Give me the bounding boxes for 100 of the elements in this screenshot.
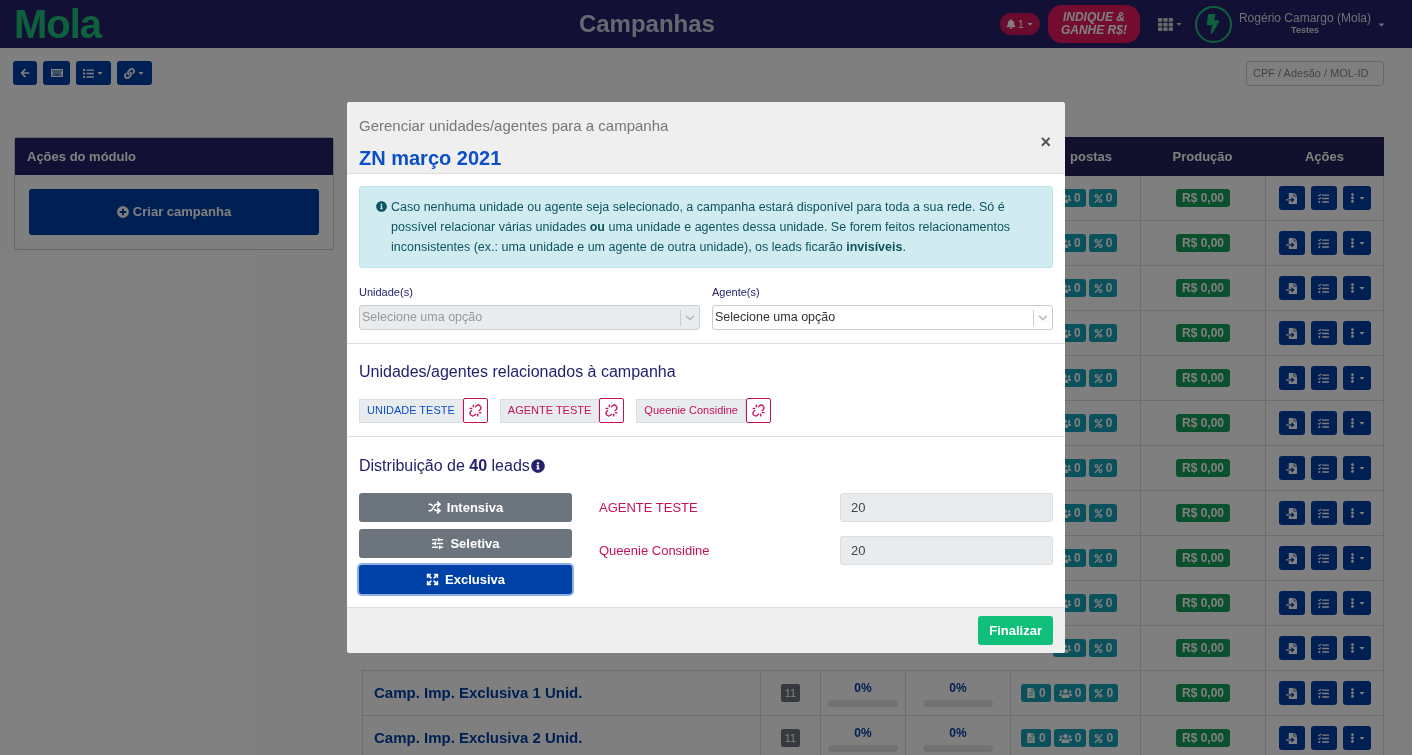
more-button[interactable] xyxy=(1342,456,1371,480)
more-button[interactable] xyxy=(1342,276,1371,300)
import-button[interactable] xyxy=(1278,636,1305,660)
tasks-button[interactable] xyxy=(1310,276,1337,300)
caret-icon xyxy=(1025,20,1034,28)
production-badge: R$ 0,00 xyxy=(1176,594,1230,612)
leads-field[interactable]: 20 xyxy=(840,536,1053,565)
notifications-button[interactable]: 1 xyxy=(999,13,1040,35)
more-button[interactable] xyxy=(1342,501,1371,525)
file-import-icon xyxy=(1286,732,1297,744)
grid-icon xyxy=(1157,16,1173,32)
import-button[interactable] xyxy=(1278,681,1305,705)
import-button[interactable] xyxy=(1278,186,1305,210)
column-header: Produção xyxy=(1172,148,1233,164)
column-header: postas xyxy=(1070,148,1112,164)
percent-icon xyxy=(1093,283,1103,293)
apps-button[interactable] xyxy=(1157,16,1183,32)
list-icon xyxy=(1318,417,1329,429)
info-icon xyxy=(376,200,387,212)
tasks-button[interactable] xyxy=(1310,186,1337,210)
finish-button[interactable]: Finalizar xyxy=(978,616,1053,645)
import-button[interactable] xyxy=(1278,366,1305,390)
close-button[interactable]: × xyxy=(1040,129,1051,156)
count-badge: 0 xyxy=(1088,369,1118,387)
tasks-button[interactable] xyxy=(1310,366,1337,390)
import-button[interactable] xyxy=(1278,591,1305,615)
production-badge: R$ 0,00 xyxy=(1176,414,1230,432)
file-import-icon xyxy=(1286,417,1297,429)
select-field[interactable]: Selecione uma opção xyxy=(712,305,1053,330)
list-icon xyxy=(1318,732,1329,744)
caret-icon xyxy=(1357,464,1366,472)
campaign-name[interactable]: Camp. Imp. Exclusiva 2 Unid. xyxy=(374,726,583,750)
list-icon xyxy=(1318,192,1329,204)
list-icon xyxy=(83,67,94,79)
more-button[interactable] xyxy=(1342,726,1371,750)
percent-icon xyxy=(1093,328,1103,338)
file-import-icon xyxy=(1286,507,1297,519)
import-button[interactable] xyxy=(1278,231,1305,255)
caret-icon xyxy=(1357,329,1366,337)
mode-button[interactable]: Seletiva xyxy=(359,529,572,558)
caret-icon xyxy=(1357,599,1366,607)
more-button[interactable] xyxy=(1342,681,1371,705)
tasks-button[interactable] xyxy=(1310,501,1337,525)
caret-icon xyxy=(137,69,145,77)
create-campaign-button[interactable]: Criar campanha xyxy=(29,189,319,235)
more-button[interactable] xyxy=(1342,546,1371,570)
more-button[interactable] xyxy=(1342,366,1371,390)
arrow-left-icon xyxy=(20,68,30,78)
tasks-button[interactable] xyxy=(1310,726,1337,750)
tasks-button[interactable] xyxy=(1310,681,1337,705)
unlink-button[interactable] xyxy=(599,398,625,423)
keyboard-button[interactable] xyxy=(43,61,70,85)
tasks-button[interactable] xyxy=(1310,231,1337,255)
leads-field[interactable]: 20 xyxy=(840,493,1053,522)
agent-name: Queenie Considine xyxy=(599,541,710,560)
tasks-button[interactable] xyxy=(1310,546,1337,570)
more-button[interactable] xyxy=(1342,636,1371,660)
import-button[interactable] xyxy=(1278,411,1305,435)
plus-icon xyxy=(116,206,129,218)
count-badge: 0 xyxy=(1088,324,1118,342)
tasks-button[interactable] xyxy=(1310,456,1337,480)
search-field[interactable]: CPF / Adesão / MOL-ID xyxy=(1246,60,1384,86)
import-button[interactable] xyxy=(1278,546,1305,570)
tasks-button[interactable] xyxy=(1310,321,1337,345)
more-button[interactable] xyxy=(1342,231,1371,255)
import-button[interactable] xyxy=(1278,726,1305,750)
count-badge: 0 xyxy=(1088,459,1118,477)
link-button[interactable] xyxy=(117,61,152,85)
import-button[interactable] xyxy=(1278,276,1305,300)
tasks-button[interactable] xyxy=(1310,591,1337,615)
list-icon xyxy=(1318,597,1329,609)
user-menu[interactable]: Rogério Camargo (Mola) Testes xyxy=(1238,12,1386,36)
unlink-button[interactable] xyxy=(462,398,488,423)
more-button[interactable] xyxy=(1342,186,1371,210)
caret-icon xyxy=(1174,20,1183,28)
back-button[interactable] xyxy=(13,61,37,85)
more-button[interactable] xyxy=(1342,411,1371,435)
import-button[interactable] xyxy=(1278,456,1305,480)
tasks-button[interactable] xyxy=(1310,636,1337,660)
count-badge: 0 xyxy=(1088,594,1118,612)
campaign-name[interactable]: Camp. Imp. Exclusiva 1 Unid. xyxy=(374,681,583,705)
import-button[interactable] xyxy=(1278,321,1305,345)
caret-icon xyxy=(1357,419,1366,427)
production-badge: R$ 0,00 xyxy=(1176,279,1230,297)
list-button[interactable] xyxy=(76,61,111,85)
more-button[interactable] xyxy=(1342,321,1371,345)
caret-icon xyxy=(1357,239,1366,247)
mode-button[interactable]: Intensiva xyxy=(359,493,572,522)
caret-icon xyxy=(1357,284,1366,292)
unlink-button[interactable] xyxy=(745,398,771,423)
production-badge: R$ 0,00 xyxy=(1176,684,1230,702)
list-icon xyxy=(1318,327,1329,339)
more-button[interactable] xyxy=(1342,591,1371,615)
tasks-button[interactable] xyxy=(1310,411,1337,435)
count-badge: 0 xyxy=(1088,234,1118,252)
mode-button[interactable]: Exclusiva xyxy=(359,565,572,594)
import-button[interactable] xyxy=(1278,501,1305,525)
page-title: Campanhas xyxy=(578,9,715,39)
count-badge: 0 xyxy=(1088,549,1118,567)
promo-button[interactable]: INDIQUE & GANHE R$! xyxy=(1047,5,1140,43)
